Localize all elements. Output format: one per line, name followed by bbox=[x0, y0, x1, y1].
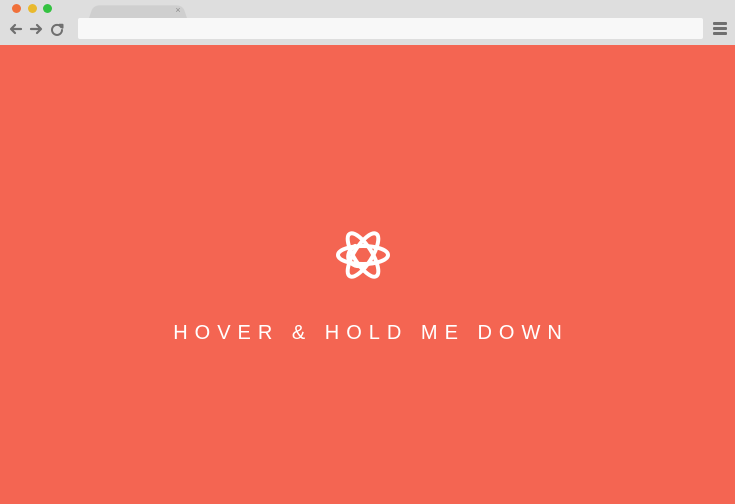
menu-line-middle bbox=[713, 27, 727, 30]
maximize-window-button[interactable] bbox=[43, 4, 52, 13]
address-bar[interactable] bbox=[78, 18, 703, 39]
minimize-window-button[interactable] bbox=[28, 4, 37, 13]
browser-window: × HOVER & HOLD ME DOWN bbox=[0, 0, 735, 504]
menu-line-top bbox=[713, 22, 727, 25]
reload-icon[interactable] bbox=[50, 22, 64, 36]
back-arrow-icon[interactable] bbox=[9, 22, 23, 36]
forward-arrow-icon[interactable] bbox=[29, 22, 43, 36]
hover-hold-text[interactable]: HOVER & HOLD ME DOWN bbox=[0, 321, 735, 345]
atom-icon bbox=[334, 224, 392, 286]
close-window-button[interactable] bbox=[12, 4, 21, 13]
tab-close-icon[interactable]: × bbox=[173, 5, 183, 15]
menu-line-bottom bbox=[713, 32, 727, 35]
browser-chrome: × bbox=[0, 0, 735, 45]
page-content: HOVER & HOLD ME DOWN bbox=[0, 45, 735, 504]
menu-icon[interactable] bbox=[713, 21, 727, 35]
